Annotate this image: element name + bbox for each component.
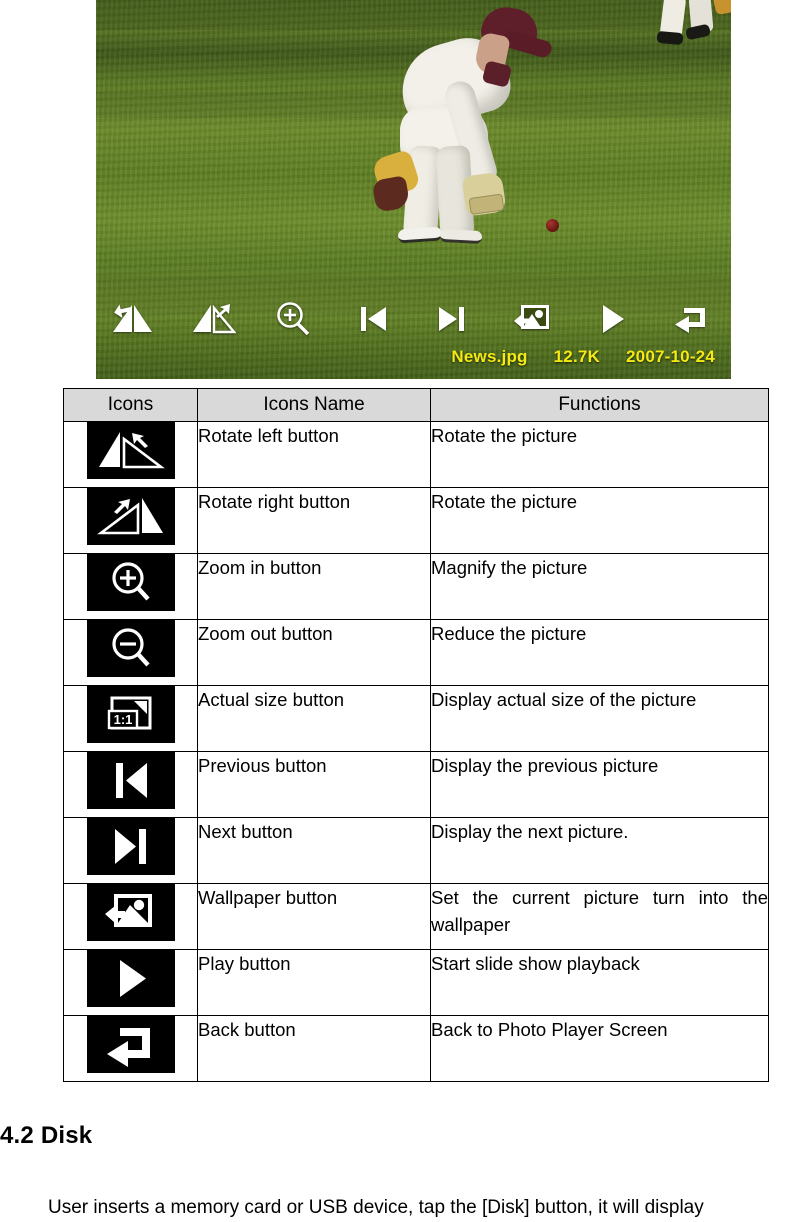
- icon-cell: [63, 817, 198, 884]
- photo-date: 2007-10-24: [626, 347, 715, 366]
- icon-cell: [63, 619, 198, 686]
- play-icon[interactable]: [589, 298, 635, 340]
- toolbar-icon-row: [110, 297, 715, 341]
- icon-name-cell: Previous button: [197, 751, 431, 818]
- photo-filesize: 12.7K: [553, 347, 601, 366]
- section-heading: 4.2 Disk: [0, 1122, 93, 1149]
- table-row: Rotate left button Rotate the picture: [63, 421, 769, 488]
- column-header-icons: Icons: [63, 388, 198, 422]
- wallpaper-icon: [86, 884, 175, 941]
- table-row: Rotate right button Rotate the picture: [63, 487, 769, 554]
- icon-name-cell: Zoom out button: [197, 619, 431, 686]
- icon-name-cell: Next button: [197, 817, 431, 884]
- icon-function-cell: Set the current picture turn into the wa…: [430, 883, 769, 950]
- icon-name-cell: Back button: [197, 1015, 431, 1082]
- table-row: Next button Display the next picture.: [63, 817, 769, 884]
- table-row: Zoom out button Reduce the picture: [63, 619, 769, 686]
- photo-viewer-screenshot: News.jpg 12.7K 2007-10-24: [96, 0, 731, 379]
- rotate-left-icon[interactable]: [110, 298, 156, 340]
- icon-function-cell: Back to Photo Player Screen: [430, 1015, 769, 1082]
- photo-viewer-toolbar: News.jpg 12.7K 2007-10-24: [96, 297, 731, 367]
- zoom-in-icon[interactable]: [270, 298, 316, 340]
- back-icon: [86, 1016, 175, 1073]
- table-header-row: Icons Icons Name Functions: [63, 388, 769, 422]
- previous-icon: [86, 752, 175, 809]
- next-icon[interactable]: [429, 298, 475, 340]
- icon-name-cell: Zoom in button: [197, 553, 431, 620]
- icon-cell: [63, 487, 198, 554]
- background-player: [656, 0, 731, 54]
- icon-cell: [63, 751, 198, 818]
- icon-function-cell: Reduce the picture: [430, 619, 769, 686]
- icon-cell: 1:1: [63, 685, 198, 752]
- section-paragraph: User inserts a memory card or USB device…: [48, 1197, 704, 1218]
- svg-text:1:1: 1:1: [113, 712, 132, 727]
- table-row: 1:1 Actual size button Display actual si…: [63, 685, 769, 752]
- column-header-icons-name: Icons Name: [197, 388, 431, 422]
- icon-function-cell: Rotate the picture: [430, 421, 769, 488]
- actual-size-icon: 1:1: [86, 686, 175, 743]
- icon-cell: [63, 949, 198, 1016]
- icon-function-cell: Display the next picture.: [430, 817, 769, 884]
- icon-reference-table: Icons Icons Name Functions Rotate left b…: [63, 388, 769, 1082]
- icon-cell: [63, 553, 198, 620]
- previous-icon[interactable]: [350, 298, 396, 340]
- icon-function-cell: Rotate the picture: [430, 487, 769, 554]
- zoom-in-icon: [86, 554, 175, 611]
- icon-function-cell: Start slide show playback: [430, 949, 769, 1016]
- table-row: Back button Back to Photo Player Screen: [63, 1015, 769, 1082]
- back-icon[interactable]: [669, 298, 715, 340]
- table-row: Play button Start slide show playback: [63, 949, 769, 1016]
- icon-name-cell: Actual size button: [197, 685, 431, 752]
- zoom-out-icon: [86, 620, 175, 677]
- photo-status-bar: News.jpg 12.7K 2007-10-24: [451, 347, 715, 367]
- icon-cell: [63, 1015, 198, 1082]
- icon-cell: [63, 421, 198, 488]
- cricket-ball: [546, 219, 559, 232]
- play-icon: [86, 950, 175, 1007]
- column-header-functions: Functions: [430, 388, 769, 422]
- rotate-right-icon[interactable]: [190, 298, 236, 340]
- photo-filename: News.jpg: [451, 347, 528, 366]
- table-row: Wallpaper button Set the current picture…: [63, 883, 769, 950]
- rotate-left-icon: [86, 422, 175, 479]
- wallpaper-icon[interactable]: [509, 298, 555, 340]
- cricket-fielder: [364, 3, 574, 245]
- table-row: Previous button Display the previous pic…: [63, 751, 769, 818]
- icon-name-cell: Rotate left button: [197, 421, 431, 488]
- icon-function-cell: Display actual size of the picture: [430, 685, 769, 752]
- icon-name-cell: Wallpaper button: [197, 883, 431, 950]
- next-icon: [86, 818, 175, 875]
- icon-function-cell: Magnify the picture: [430, 553, 769, 620]
- icon-cell: [63, 883, 198, 950]
- icon-name-cell: Play button: [197, 949, 431, 1016]
- icon-name-cell: Rotate right button: [197, 487, 431, 554]
- rotate-right-icon: [86, 488, 175, 545]
- table-row: Zoom in button Magnify the picture: [63, 553, 769, 620]
- icon-function-cell: Display the previous picture: [430, 751, 769, 818]
